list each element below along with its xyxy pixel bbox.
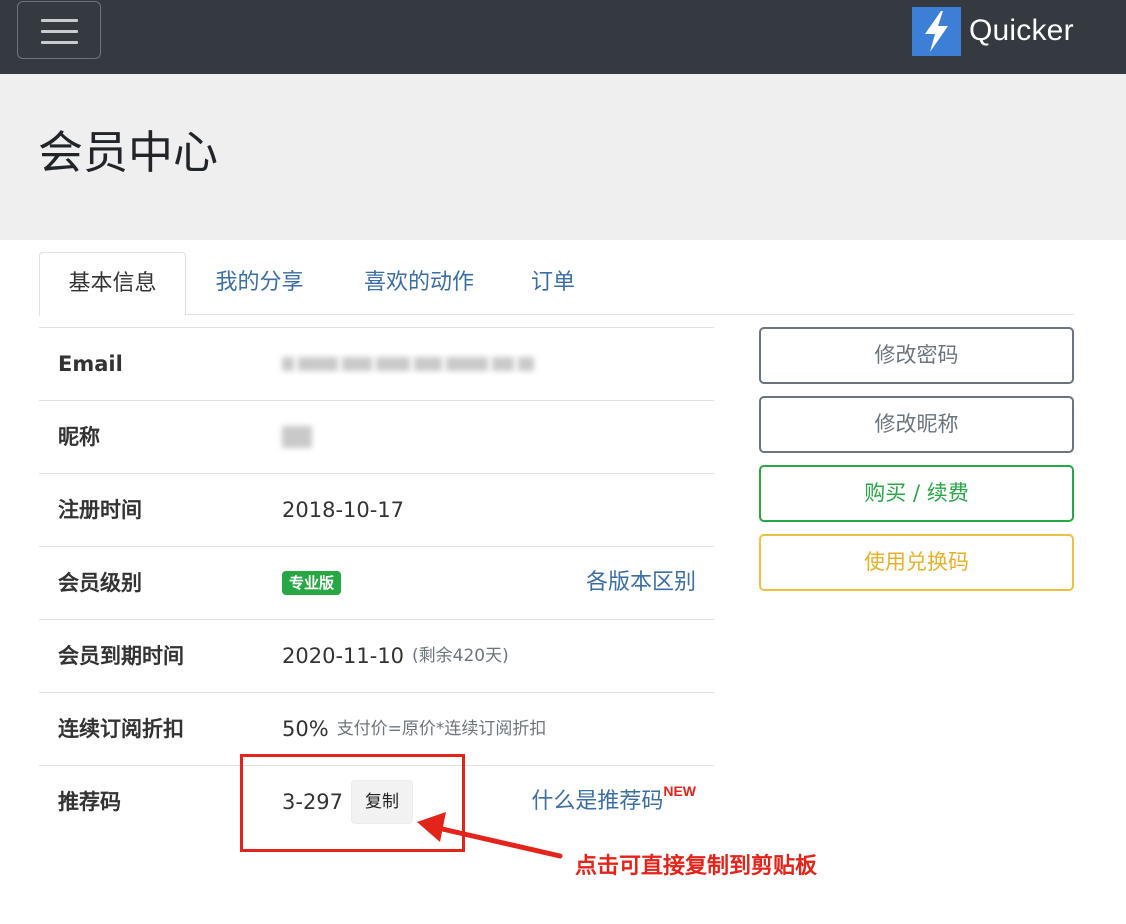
table-row: 注册时间 2018-10-17: [39, 473, 714, 546]
top-navbar: Quicker: [0, 0, 1126, 74]
table-row: 昵称: [39, 400, 714, 473]
annotation-highlight-box: [240, 754, 465, 852]
tab-orders[interactable]: 订单: [517, 252, 589, 315]
tab-liked-actions[interactable]: 喜欢的动作: [345, 252, 493, 315]
redeem-code-button[interactable]: 使用兑换码: [759, 534, 1074, 591]
register-date: 2018-10-17: [282, 498, 405, 522]
table-row: 会员级别 专业版 各版本区别: [39, 546, 714, 619]
page-header: 会员中心: [0, 74, 1126, 240]
level-badge: 专业版: [282, 571, 342, 595]
register-label: 注册时间: [58, 498, 142, 522]
tab-my-shares[interactable]: 我的分享: [196, 252, 323, 315]
referral-help-text[interactable]: 什么是推荐码: [531, 789, 663, 814]
table-row: Email: [39, 327, 714, 400]
version-compare-link[interactable]: 各版本区别: [586, 547, 696, 619]
page-title: 会员中心: [38, 126, 219, 179]
expire-label: 会员到期时间: [58, 644, 184, 668]
nickname-value-redacted: [282, 401, 316, 473]
email-value-redacted: [282, 328, 538, 400]
change-password-button[interactable]: 修改密码: [759, 327, 1074, 384]
hamburger-menu-icon[interactable]: [17, 1, 101, 59]
lightning-bolt-icon: [912, 6, 961, 56]
buy-renew-button[interactable]: 购买 / 续费: [759, 465, 1074, 522]
referral-label: 推荐码: [58, 790, 121, 814]
table-row: 会员到期时间 2020-11-10 (剩余420天): [39, 619, 714, 692]
level-label: 会员级别: [58, 571, 142, 595]
discount-label: 连续订阅折扣: [58, 717, 184, 741]
tab-bar: 基本信息 我的分享 喜欢的动作 订单: [39, 252, 1074, 316]
brand[interactable]: Quicker: [912, 6, 1074, 56]
referral-help-link[interactable]: 什么是推荐码NEW: [531, 766, 696, 839]
change-nickname-button[interactable]: 修改昵称: [759, 396, 1074, 453]
nickname-label: 昵称: [58, 425, 100, 449]
expire-date: 2020-11-10: [282, 644, 405, 668]
tab-basic-info[interactable]: 基本信息: [39, 252, 186, 316]
remaining-days: (剩余420天): [412, 646, 509, 666]
new-badge: NEW: [663, 783, 696, 799]
email-label: Email: [58, 352, 123, 376]
brand-name: Quicker: [969, 14, 1074, 47]
annotation-text: 点击可直接复制到剪贴板: [575, 854, 818, 879]
